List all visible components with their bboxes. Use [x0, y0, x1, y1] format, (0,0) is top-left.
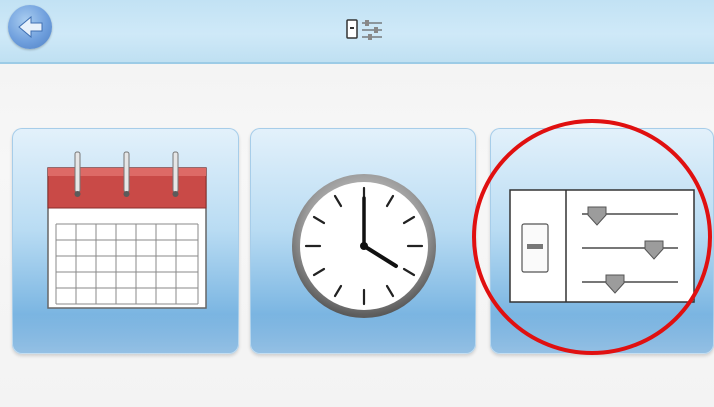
sliders-settings-icon: [509, 189, 695, 303]
clock-icon: [292, 174, 436, 318]
device-settings-icon: [343, 12, 387, 46]
back-arrow-icon: [18, 15, 43, 39]
settings-tile[interactable]: [490, 128, 714, 354]
calendar-icon: [47, 151, 207, 309]
calendar-tile[interactable]: [12, 128, 239, 354]
clock-tile[interactable]: [250, 128, 476, 354]
back-button[interactable]: [8, 5, 52, 49]
top-bar: [0, 0, 714, 64]
